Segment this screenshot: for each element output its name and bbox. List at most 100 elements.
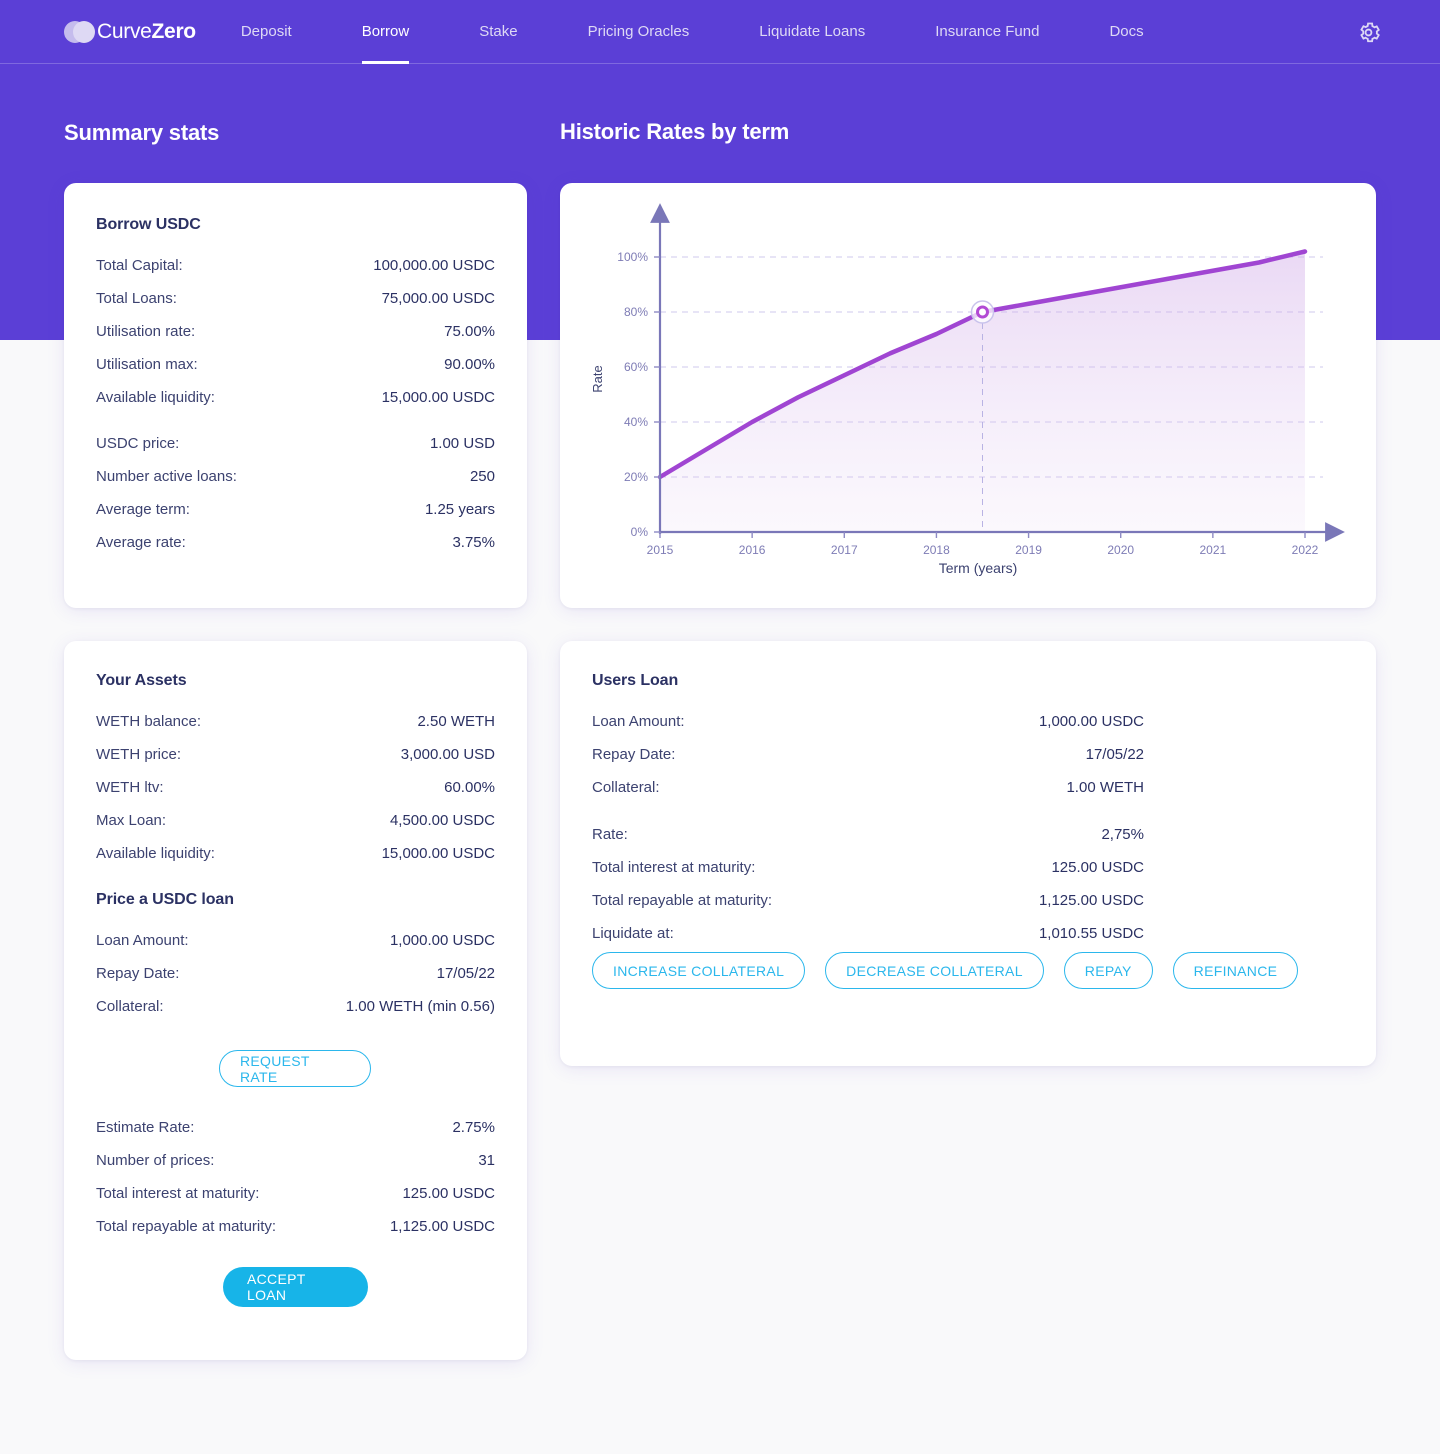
your-assets-card: Your Assets WETH balance: 2.50 WETH WETH p… — [64, 641, 527, 1360]
stat-row: Collateral: 1.00 WETH (min 0.56) — [96, 990, 495, 1023]
stat-label: Repay Date: — [592, 746, 676, 763]
stat-label: Utilisation max: — [96, 356, 198, 373]
logo-circles-icon — [64, 19, 95, 45]
summary-stats-title: Summary stats — [64, 120, 220, 145]
stat-value: 15,000.00 USDC — [381, 845, 495, 862]
stat-row: Repay Date: 17/05/22 — [96, 957, 495, 990]
stat-label: Total repayable at maturity: — [96, 1218, 277, 1235]
chart-y-tick: 40% — [624, 415, 648, 429]
stat-label: Total interest at maturity: — [96, 1185, 260, 1202]
repay-button[interactable]: REPAY — [1063, 952, 1153, 989]
stat-row: Loan Amount: 1,000.00 USDC — [592, 705, 1144, 738]
assets-stats-list: WETH balance: 2.50 WETH WETH price: 3,000.0… — [96, 705, 495, 870]
historic-rates-chart[interactable]: 0%20%40%60%80%100% 2015 2016 2017 2018 2019 2… — [560, 183, 1376, 608]
stat-label: Total repayable at maturity: — [592, 892, 773, 909]
stat-label: Available liquidity: — [96, 389, 215, 406]
stat-value: 125.00 USDC — [402, 1185, 495, 1202]
stat-value: 15,000.00 USDC — [381, 389, 495, 406]
increase-collateral-button[interactable]: INCREASE COLLATERAL — [592, 952, 806, 989]
accept-loan-button[interactable]: ACCEPT LOAN — [223, 1267, 368, 1307]
chart-y-tick: 80% — [624, 305, 648, 319]
stat-value: 2.50 WETH — [417, 713, 495, 730]
brand-name: CurveZero — [97, 20, 196, 44]
stat-row: Estimate Rate: 2.75% — [96, 1111, 495, 1144]
nav-item-liquidate-loans[interactable]: Liquidate Loans — [759, 0, 865, 64]
stat-value: 2,75% — [1101, 826, 1144, 843]
stat-value: 125.00 USDC — [1051, 859, 1144, 876]
stat-row: Average term: 1.25 years — [96, 493, 495, 526]
stat-row: Repay Date: 17/05/22 — [592, 738, 1144, 771]
stat-value: 1,000.00 USDC — [1038, 713, 1144, 730]
borrow-card-title: Borrow USDC — [96, 216, 201, 233]
stat-label: Estimate Rate: — [96, 1119, 195, 1136]
nav-item-stake[interactable]: Stake — [479, 0, 517, 64]
nav-item-deposit[interactable]: Deposit — [241, 0, 292, 64]
refinance-button[interactable]: REFINANCE — [1172, 952, 1299, 989]
stat-row: Collateral: 1.00 WETH — [592, 771, 1144, 804]
users-loan-card: Users Loan Loan Amount: 1,000.00 USDC Repa… — [560, 641, 1376, 1066]
stat-row: Number active loans: 250 — [96, 460, 495, 493]
stat-label: Number of prices: — [96, 1152, 215, 1169]
chart-x-tick: 2018 — [923, 543, 950, 557]
stat-value: 1.00 WETH (min 0.56) — [345, 998, 495, 1015]
chart-x-tick-labels: 2015 2016 2017 2018 2019 2020 2021 2022 — [647, 532, 1319, 557]
users-loan-list-secondary: Rate: 2,75% Total interest at maturity: 125… — [592, 818, 1144, 950]
stat-label: Loan Amount: — [96, 932, 189, 949]
stat-label: USDC price: — [96, 435, 180, 452]
stat-label: Total Capital: — [96, 257, 183, 274]
stat-value: 60.00% — [444, 779, 495, 796]
stat-value: 4,500.00 USDC — [389, 812, 495, 829]
brand-logo[interactable]: CurveZero — [64, 0, 196, 64]
chart-x-tick: 2017 — [831, 543, 858, 557]
stat-label: Rate: — [592, 826, 628, 843]
users-loan-list: Loan Amount: 1,000.00 USDC Repay Date: 17/0… — [592, 705, 1144, 804]
stat-row: Total interest at maturity: 125.00 USDC — [592, 851, 1144, 884]
assets-card-title: Your Assets — [96, 672, 187, 689]
gear-icon[interactable] — [1355, 19, 1382, 46]
nav-item-insurance-fund[interactable]: Insurance Fund — [935, 0, 1039, 64]
request-rate-button[interactable]: REQUEST RATE — [219, 1050, 371, 1087]
stat-row: WETH balance: 2.50 WETH — [96, 705, 495, 738]
chart-x-tick: 2015 — [647, 543, 674, 557]
historic-rates-title: Historic Rates by term — [560, 119, 790, 144]
stat-row: Utilisation rate: 75.00% — [96, 315, 495, 348]
stat-label: Collateral: — [96, 998, 164, 1015]
stat-value: 17/05/22 — [436, 965, 495, 982]
stat-row: Available liquidity: 15,000.00 USDC — [96, 837, 495, 870]
decrease-collateral-button[interactable]: DECREASE COLLATERAL — [825, 952, 1044, 989]
stat-row: Total interest at maturity: 125.00 USDC — [96, 1177, 495, 1210]
brand-name-part1: Curve — [97, 19, 152, 43]
stat-value: 1,000.00 USDC — [389, 932, 495, 949]
stat-label: Average term: — [96, 501, 190, 518]
chart-y-tick: 0% — [631, 525, 649, 539]
stat-row: Number of prices: 31 — [96, 1144, 495, 1177]
borrow-stats-list: Total Capital: 100,000.00 USDC Total Loans… — [96, 249, 495, 414]
brand-name-part2: Zero — [151, 19, 197, 43]
chart-x-tick: 2022 — [1292, 543, 1319, 557]
chart-x-tick: 2020 — [1107, 543, 1134, 557]
stat-value: 17/05/22 — [1085, 746, 1144, 763]
price-loan-results-list: Estimate Rate: 2.75% Number of prices: 31 To… — [96, 1111, 495, 1243]
stat-value: 3,000.00 USD — [400, 746, 495, 763]
stat-value: 100,000.00 USDC — [373, 257, 495, 274]
chart-y-tick: 100% — [617, 250, 648, 264]
nav-item-pricing-oracles[interactable]: Pricing Oracles — [588, 0, 690, 64]
stat-label: Liquidate at: — [592, 925, 674, 942]
nav-item-docs[interactable]: Docs — [1109, 0, 1143, 64]
users-loan-actions: INCREASE COLLATERAL DECREASE COLLATERAL RE… — [592, 952, 1299, 989]
stat-label: WETH balance: — [96, 713, 202, 730]
nav-item-borrow[interactable]: Borrow — [361, 0, 409, 64]
stat-value: 1.00 WETH — [1066, 779, 1144, 796]
stat-value: 1.25 years — [424, 501, 495, 518]
stat-value: 1,125.00 USDC — [389, 1218, 495, 1235]
chart-x-tick: 2021 — [1200, 543, 1227, 557]
stat-row: Average rate: 3.75% — [96, 526, 495, 559]
stat-label: Total Loans: — [96, 290, 177, 307]
stat-row: WETH ltv: 60.00% — [96, 771, 495, 804]
stat-label: Utilisation rate: — [96, 323, 196, 340]
stat-value: 90.00% — [444, 356, 495, 373]
price-loan-title: Price a USDC loan — [96, 891, 234, 908]
stat-value: 3.75% — [452, 534, 495, 551]
chart-y-tick: 60% — [624, 360, 648, 374]
stat-value: 75,000.00 USDC — [381, 290, 495, 307]
